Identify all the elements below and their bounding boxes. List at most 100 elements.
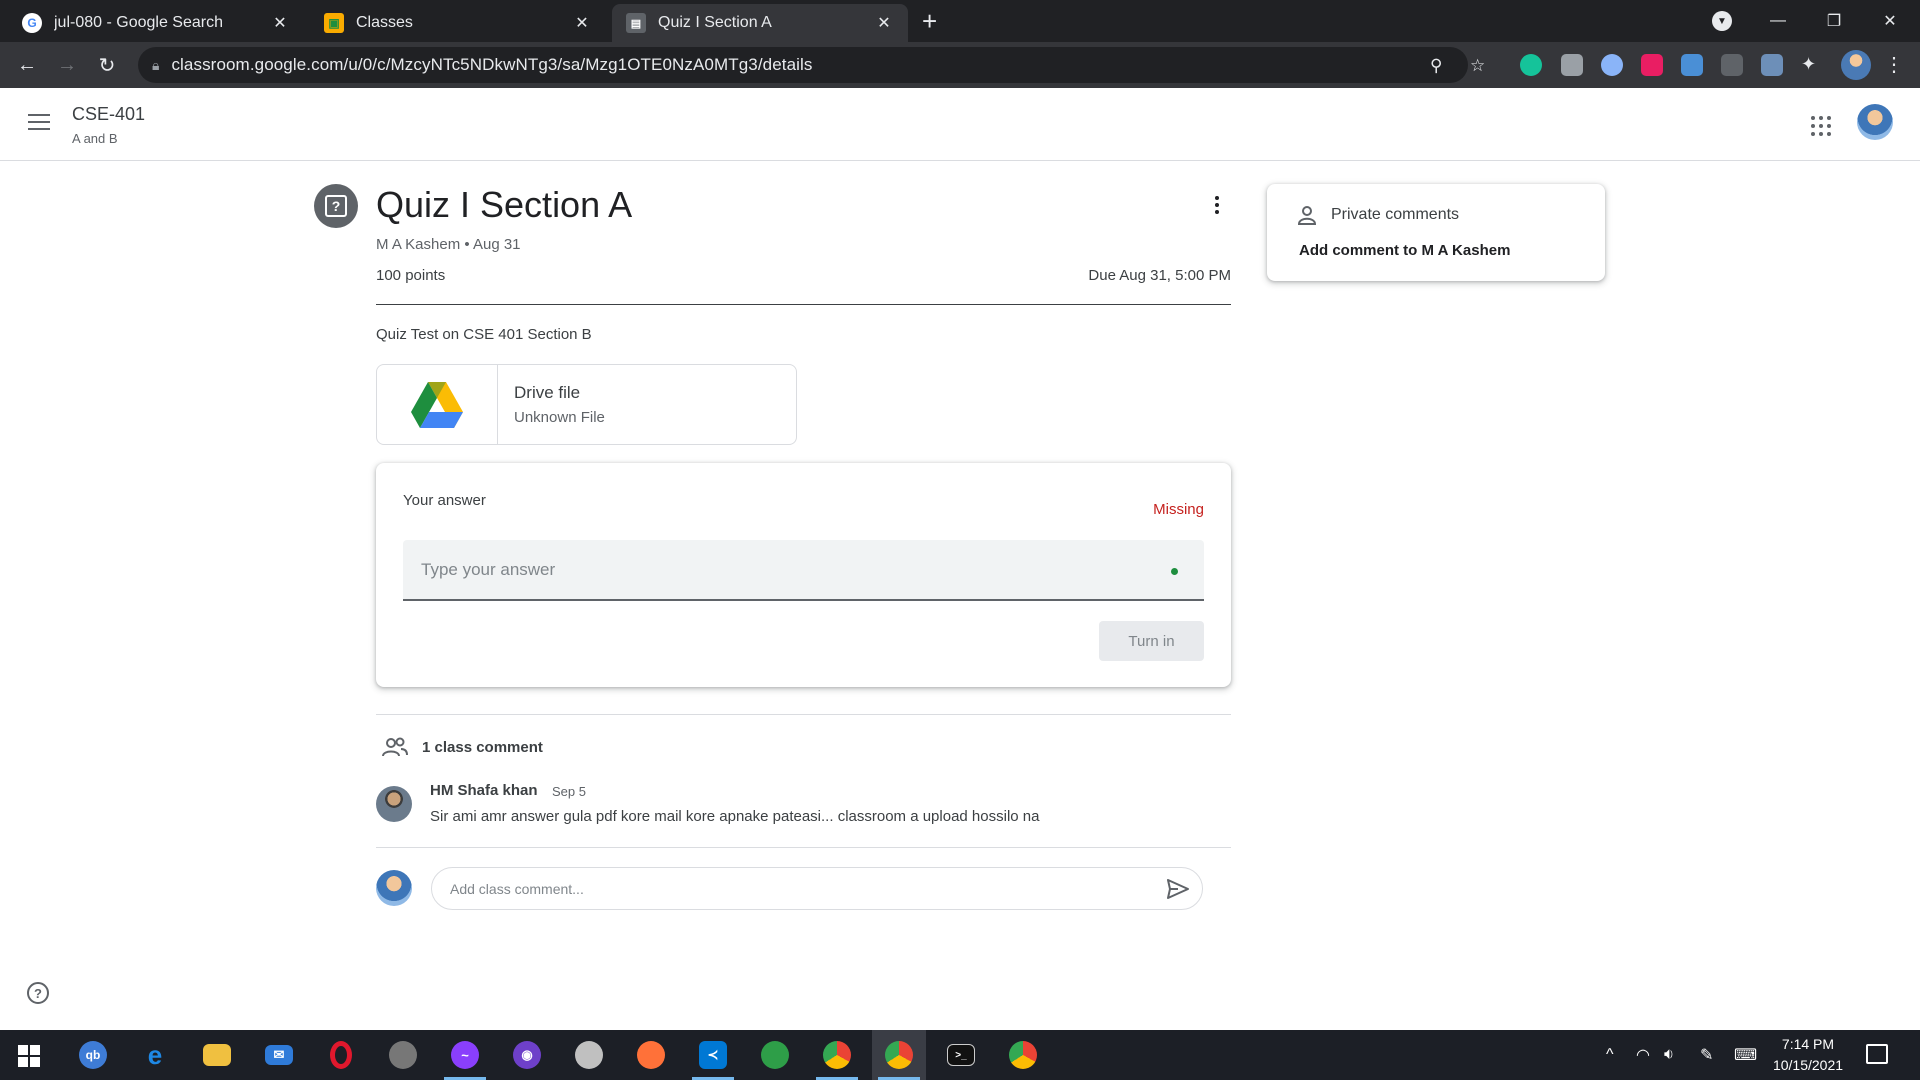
pen-icon[interactable]: ✎ — [1700, 1030, 1713, 1080]
assignment-description: Quiz Test on CSE 401 Section B — [376, 326, 592, 343]
browser-tab-strip: G jul-080 - Google Search ✕ ▣ Classes ✕ … — [0, 0, 1920, 42]
browser-profile-avatar[interactable] — [1841, 50, 1871, 80]
tab-search-icon[interactable]: ▼ — [1712, 11, 1732, 31]
attachment-name: Drive file — [514, 383, 581, 402]
avatar — [376, 786, 412, 822]
vscode-taskbar-icon[interactable]: ≺ — [686, 1030, 740, 1080]
windows-taskbar: qb e ✉ ~ ◉ ≺ >_ ^ ◠ 🔉︎ ✎ ⌨ 7:14 PM 10/15… — [0, 1030, 1920, 1080]
chrome-taskbar-icon[interactable] — [810, 1030, 864, 1080]
private-comments-card: Private comments Add comment to M A Kash… — [1267, 184, 1605, 281]
account-avatar[interactable] — [1857, 104, 1893, 140]
zoom-icon[interactable]: ⚲ — [1430, 56, 1442, 76]
comment-date: Sep 5 — [552, 784, 586, 799]
tab-google-search[interactable]: G jul-080 - Google Search ✕ — [8, 4, 304, 42]
minimize-icon[interactable]: — — [1750, 0, 1806, 42]
puzzle-extensions-icon[interactable]: ✦ — [1801, 54, 1823, 76]
bookmark-star-icon[interactable]: ☆ — [1470, 56, 1485, 76]
avatar — [376, 870, 412, 906]
classroom-header: CSE-401 A and B — [0, 88, 1920, 161]
taskbar-clock[interactable]: 7:14 PM 10/15/2021 — [1772, 1034, 1844, 1076]
drive-attachment[interactable]: Drive file Unknown File — [376, 364, 797, 445]
messenger-taskbar-icon[interactable]: ~ — [438, 1030, 492, 1080]
network-icon[interactable]: ◠ — [1636, 1030, 1650, 1080]
app-taskbar-icon[interactable] — [562, 1030, 616, 1080]
edge-taskbar-icon[interactable]: e — [128, 1030, 182, 1080]
tab-title: Quiz I Section A — [658, 14, 772, 31]
download-extension-icon[interactable] — [1681, 54, 1703, 76]
send-icon[interactable] — [1166, 878, 1190, 905]
answer-field[interactable] — [403, 540, 1204, 601]
back-icon[interactable]: ← — [12, 50, 42, 80]
keyboard-icon[interactable]: ⌨ — [1734, 1030, 1757, 1080]
volume-icon[interactable]: 🔉︎ — [1664, 1030, 1674, 1080]
camera-extension-icon[interactable] — [1561, 54, 1583, 76]
app-taskbar-icon[interactable] — [748, 1030, 802, 1080]
close-icon[interactable]: ✕ — [572, 13, 592, 33]
opera-taskbar-icon[interactable] — [314, 1030, 368, 1080]
classroom-icon: ▣ — [324, 13, 344, 33]
clock-date: 10/15/2021 — [1772, 1057, 1844, 1073]
close-icon[interactable]: ✕ — [270, 13, 290, 33]
extension-icon[interactable] — [1601, 54, 1623, 76]
your-answer-card: Your answer Missing Turn in — [376, 463, 1231, 687]
class-comments-count: 1 class comment — [422, 738, 543, 756]
add-class-comment-input[interactable] — [450, 880, 1130, 897]
address-bar[interactable]: 🔒︎ classroom.google.com/u/0/c/MzcyNTc5ND… — [138, 47, 1485, 83]
assignment-due-date: Due Aug 31, 5:00 PM — [1088, 267, 1231, 284]
attachment-type: Unknown File — [514, 409, 605, 426]
assignment-meta: M A Kashem • Aug 31 — [376, 236, 521, 253]
google-apps-icon[interactable] — [1811, 116, 1831, 136]
menu-icon[interactable] — [28, 114, 50, 135]
notifications-icon[interactable] — [1866, 1044, 1888, 1064]
tab-quiz-section-a[interactable]: ▤ Quiz I Section A ✕ — [612, 4, 908, 42]
divider — [376, 714, 1231, 715]
class-comments-header[interactable]: 1 class comment — [382, 737, 543, 757]
reload-icon[interactable]: ↻ — [92, 50, 122, 80]
assignment-icon: ▤ — [626, 13, 646, 33]
assignment-points: 100 points — [376, 267, 446, 284]
github-taskbar-icon[interactable]: ◉ — [500, 1030, 554, 1080]
window-close-icon[interactable]: ✕ — [1862, 0, 1918, 42]
pen-extension-icon[interactable] — [1761, 54, 1783, 76]
restore-icon[interactable]: ❐ — [1806, 0, 1862, 42]
qbittorrent-taskbar-icon[interactable]: qb — [66, 1030, 120, 1080]
chrome-taskbar-icon-active[interactable] — [872, 1030, 926, 1080]
help-icon[interactable]: ? — [27, 982, 49, 1004]
show-hidden-icons-icon[interactable]: ^ — [1606, 1030, 1614, 1080]
people-icon — [382, 737, 408, 757]
grammarly-status-icon[interactable] — [1171, 568, 1178, 575]
tab-title: Classes — [356, 14, 413, 31]
turn-in-button[interactable]: Turn in — [1099, 621, 1204, 661]
grammarly-extension-icon[interactable] — [1520, 54, 1542, 76]
file-explorer-taskbar-icon[interactable] — [190, 1030, 244, 1080]
answer-input[interactable] — [421, 559, 1121, 580]
firefox-taskbar-icon[interactable] — [624, 1030, 678, 1080]
add-class-comment-field[interactable] — [431, 867, 1203, 910]
app-taskbar-icon[interactable] — [376, 1030, 430, 1080]
class-title[interactable]: CSE-401 — [72, 104, 145, 125]
divider — [376, 847, 1231, 848]
new-tab-icon[interactable]: + — [922, 6, 937, 37]
windows-start-icon[interactable] — [18, 1045, 40, 1067]
play-extension-icon[interactable] — [1641, 54, 1663, 76]
url-text[interactable]: classroom.google.com/u/0/c/MzcyNTc5NDkwN… — [171, 55, 812, 75]
mail-taskbar-icon[interactable]: ✉ — [252, 1030, 306, 1080]
assignment-title: Quiz I Section A — [376, 184, 633, 225]
tab-classes[interactable]: ▣ Classes ✕ — [310, 4, 606, 42]
divider — [376, 304, 1231, 305]
chrome-taskbar-icon[interactable] — [996, 1030, 1050, 1080]
status-badge: Missing — [1153, 501, 1204, 518]
browser-menu-icon[interactable]: ⋮ — [1884, 52, 1904, 77]
terminal-taskbar-icon[interactable]: >_ — [934, 1030, 988, 1080]
person-icon — [1297, 205, 1317, 225]
clock-time: 7:14 PM — [1781, 1036, 1835, 1052]
screen-extension-icon[interactable] — [1721, 54, 1743, 76]
lock-icon: 🔒︎ — [152, 56, 160, 73]
assignment-icon: ? — [314, 184, 358, 228]
forward-icon[interactable]: → — [52, 50, 82, 80]
more-options-icon[interactable] — [1210, 196, 1224, 214]
close-icon[interactable]: ✕ — [874, 13, 894, 33]
private-comments-title: Private comments — [1331, 206, 1460, 223]
add-private-comment-link[interactable]: Add comment to M A Kashem — [1299, 242, 1510, 259]
class-section: A and B — [72, 131, 118, 146]
